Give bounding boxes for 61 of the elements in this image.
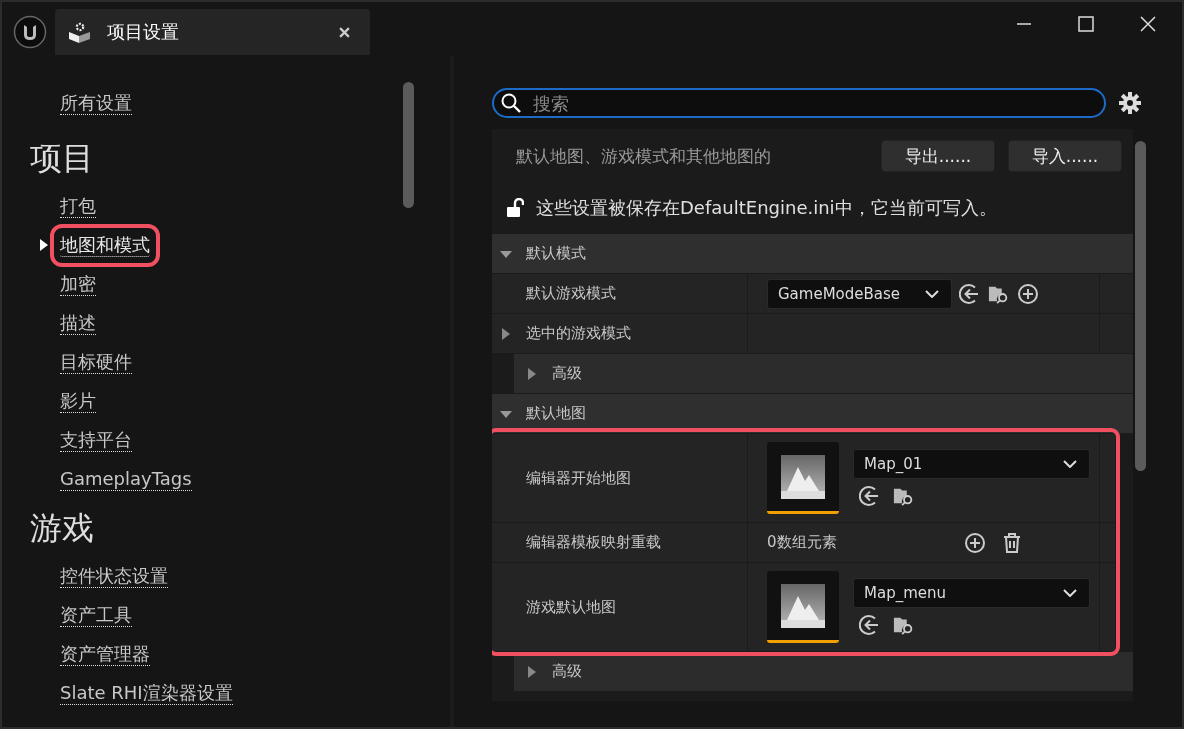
sidebar-heading: 游戏 — [29, 508, 95, 549]
sidebar-item[interactable]: 打包 — [60, 195, 96, 218]
reset-arrow-icon[interactable] — [859, 485, 881, 507]
subcategory-row[interactable]: 高级 — [514, 651, 1133, 691]
chevron-down-icon — [925, 289, 939, 298]
array-count: 0数组元素 — [767, 533, 838, 552]
sidebar-item[interactable]: 所有设置 — [60, 92, 132, 115]
sidebar-item[interactable]: 地图和模式 — [60, 234, 150, 257]
sidebar-item[interactable]: 控件状态设置 — [60, 565, 168, 588]
selected-arrow-icon — [40, 239, 48, 251]
map-thumbnail[interactable] — [767, 571, 839, 643]
sidebar-item[interactable]: 资产管理器 — [60, 643, 150, 666]
sidebar-item[interactable]: 加密 — [60, 273, 96, 296]
chevron-down-icon — [1063, 589, 1077, 597]
config-note: 这些设置被保存在DefaultEngine.ini中，它当前可写入。 — [536, 196, 997, 220]
section-header[interactable]: 默认地图 — [492, 393, 1133, 433]
reset-arrow-icon[interactable] — [859, 614, 881, 636]
window-title: 项目设置 — [107, 20, 180, 44]
engine-logo-icon[interactable] — [13, 15, 47, 49]
map-dropdown[interactable]: Map_menu — [853, 578, 1090, 608]
action-button[interactable]: 导出...... — [881, 140, 995, 172]
sidebar-item[interactable]: Slate RHI渲染器设置 — [60, 682, 233, 705]
expand-triangle-icon — [526, 665, 538, 678]
map-dropdown[interactable]: Map_01 — [853, 449, 1090, 479]
sidebar-item[interactable]: 影片 — [60, 390, 96, 413]
scrollbar-thumb[interactable] — [1135, 141, 1146, 471]
close-icon[interactable] — [339, 26, 350, 38]
mountain-icon — [781, 454, 825, 499]
property-label: 默认游戏模式 — [526, 284, 616, 303]
action-button[interactable]: 导入...... — [1008, 140, 1122, 172]
sidebar-item[interactable]: 支持平台 — [60, 429, 132, 452]
close-icon[interactable] — [1140, 16, 1156, 32]
sidebar-heading: 项目 — [29, 138, 95, 179]
property-label: 选中的游戏模式 — [526, 324, 631, 343]
chevron-down-icon — [1063, 460, 1077, 468]
sidebar-item[interactable]: 描述 — [60, 312, 96, 335]
expand-triangle-icon[interactable] — [500, 327, 512, 340]
settings-box-icon — [67, 20, 93, 44]
property-label: 编辑器开始地图 — [526, 468, 631, 488]
expand-triangle-icon — [526, 367, 538, 380]
unlocked-padlock-icon — [506, 198, 524, 218]
map-thumbnail[interactable] — [767, 442, 839, 514]
sidebar-item[interactable]: GameplayTags — [60, 468, 192, 491]
add-circle-icon[interactable] — [1017, 282, 1039, 305]
sidebar-item[interactable]: 资产工具 — [60, 604, 132, 627]
search-icon — [501, 93, 521, 113]
property-label: 编辑器模板映射重载 — [526, 533, 661, 552]
reset-arrow-icon[interactable] — [959, 282, 981, 305]
sidebar-item[interactable]: 目标硬件 — [60, 351, 132, 374]
class-dropdown[interactable]: GameModeBase — [767, 278, 952, 309]
subcategory-row[interactable]: 高级 — [514, 353, 1133, 393]
maximize-icon[interactable] — [1078, 16, 1094, 32]
property-label: 游戏默认地图 — [526, 597, 616, 617]
description-text: 默认地图、游戏模式和其他地图的 — [516, 144, 772, 168]
trash-icon[interactable] — [1001, 531, 1023, 554]
mountain-icon — [781, 583, 825, 628]
window-tab[interactable]: 项目设置 — [55, 9, 370, 55]
search-field[interactable]: 搜索 — [492, 88, 1106, 118]
section-header[interactable]: 默认模式 — [492, 233, 1133, 273]
scrollbar-thumb[interactable] — [403, 82, 414, 208]
add-circle-icon[interactable] — [964, 531, 986, 554]
